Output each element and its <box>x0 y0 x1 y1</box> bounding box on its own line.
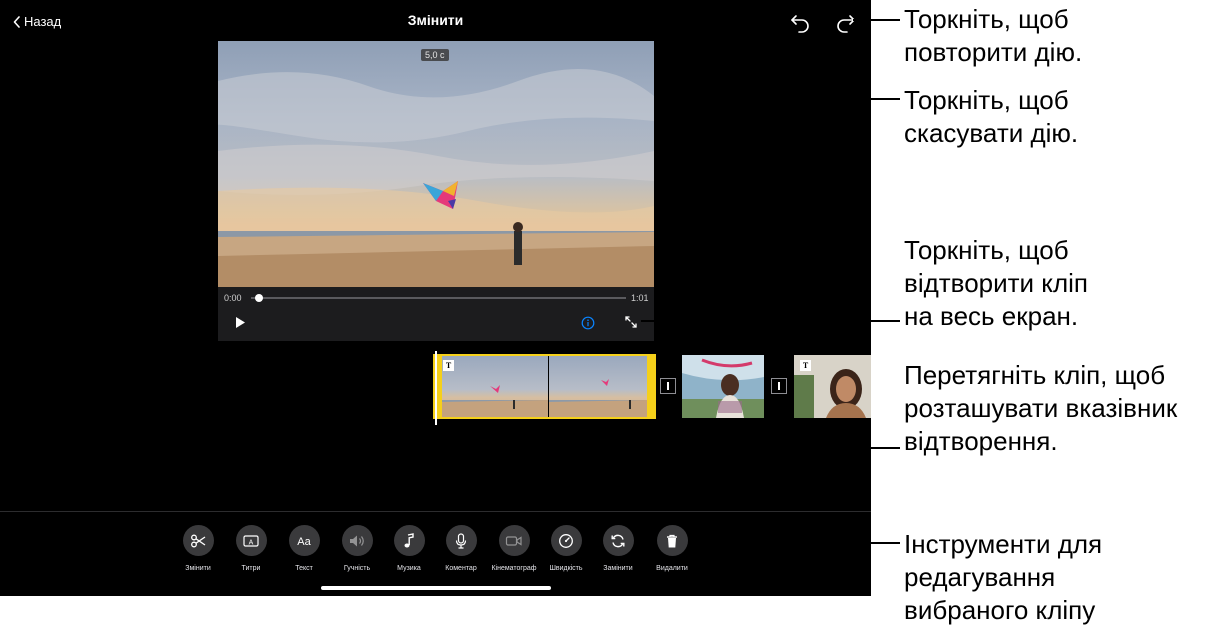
tool-delete[interactable]: Видалити <box>646 525 698 572</box>
callout-redo: Торкніть, щоб повторити дію. <box>904 4 1083 67</box>
tool-label: Коментар <box>445 565 477 572</box>
callout-line-playhead <box>435 447 900 449</box>
transition-button-2[interactable] <box>771 378 787 394</box>
total-time: 1:01 <box>631 293 649 303</box>
title-badge-icon-2: T <box>800 360 811 371</box>
tool-label: Музика <box>397 565 421 572</box>
tool-titles[interactable]: A Титри <box>225 525 277 572</box>
tool-cinematic[interactable]: Кінематограф <box>488 525 540 572</box>
scrubber-track[interactable] <box>251 297 626 299</box>
fullscreen-button[interactable] <box>624 315 638 329</box>
callout-tools: Інструменти для редагування вибраного кл… <box>904 529 1103 625</box>
trash-icon <box>667 534 677 547</box>
tool-label: Швидкість <box>549 565 583 572</box>
toolbar-divider <box>0 511 871 512</box>
play-icon <box>236 317 245 328</box>
undo-icon <box>791 15 809 33</box>
text-aa-icon: Aa <box>297 536 311 548</box>
callout-line-undo <box>800 98 900 100</box>
redo-button[interactable] <box>833 10 859 36</box>
page-title: Змінити <box>407 12 464 28</box>
home-indicator[interactable] <box>321 586 551 590</box>
callout-undo: Торкніть, щоб скасувати дію. <box>904 85 1079 148</box>
current-time: 0:00 <box>224 293 242 303</box>
info-icon <box>581 316 595 330</box>
callout-line-playhead-vertical <box>435 428 437 448</box>
clip-thumb-2[interactable] <box>682 355 764 418</box>
video-viewer: 5,0 с 0:00 1:01 <box>218 41 654 341</box>
music-note-icon <box>404 532 414 547</box>
tool-text[interactable]: Aa Текст <box>278 525 330 572</box>
tool-label: Гучність <box>343 565 371 572</box>
play-button[interactable] <box>234 316 246 329</box>
titles-icon: A <box>243 534 259 547</box>
callout-line-fullscreen <box>641 320 900 322</box>
tool-label: Змінити <box>185 565 211 572</box>
tool-volume[interactable]: Гучність <box>331 525 383 572</box>
tool-speed[interactable]: Швидкість <box>540 525 592 572</box>
title-badge-icon: T <box>443 360 454 371</box>
undo-button[interactable] <box>787 10 813 36</box>
playhead[interactable] <box>435 351 437 425</box>
callout-line-undo-vertical <box>800 34 802 99</box>
microphone-icon <box>455 532 467 549</box>
svg-text:Aa: Aa <box>297 536 311 548</box>
callout-fullscreen: Торкніть, щоб відтворити кліп на весь ек… <box>904 235 1088 331</box>
callout-line-tools <box>694 542 900 544</box>
redo-icon <box>837 15 855 33</box>
scissors-icon <box>191 534 206 547</box>
tool-music[interactable]: Музика <box>383 525 435 572</box>
tool-voiceover[interactable]: Коментар <box>435 525 487 572</box>
expand-icon <box>625 316 637 328</box>
tool-label: Текст <box>295 565 313 572</box>
speedometer-icon <box>559 533 573 548</box>
duration-badge: 5,0 с <box>421 49 449 61</box>
transition-button[interactable] <box>660 378 676 394</box>
cinematic-camera-icon <box>505 535 522 546</box>
scrubber-knob[interactable] <box>254 294 263 302</box>
clip-frame-2 <box>549 356 647 417</box>
tool-label: Видалити <box>656 565 688 572</box>
tool-label: Кінематограф <box>491 565 537 572</box>
svg-text:A: A <box>249 539 254 546</box>
replace-icon <box>611 534 625 547</box>
clip-frame-1 <box>442 356 548 417</box>
tool-replace[interactable]: Замінити <box>592 525 644 572</box>
tool-edit[interactable]: Змінити <box>172 525 224 572</box>
video-preview[interactable]: 5,0 с <box>218 41 654 287</box>
volume-icon <box>350 535 364 546</box>
tool-label: Титри <box>241 565 261 572</box>
callout-playhead: Перетягніть кліп, щоб розташувати вказів… <box>904 360 1178 456</box>
callout-line-redo <box>853 19 900 21</box>
app-screen: Назад Змінити 5,0 с 0:00 1:01 T T Змінит… <box>0 0 871 596</box>
beach-kite-scene <box>218 69 654 287</box>
info-button[interactable] <box>581 316 595 330</box>
tool-label: Замінити <box>603 565 633 572</box>
